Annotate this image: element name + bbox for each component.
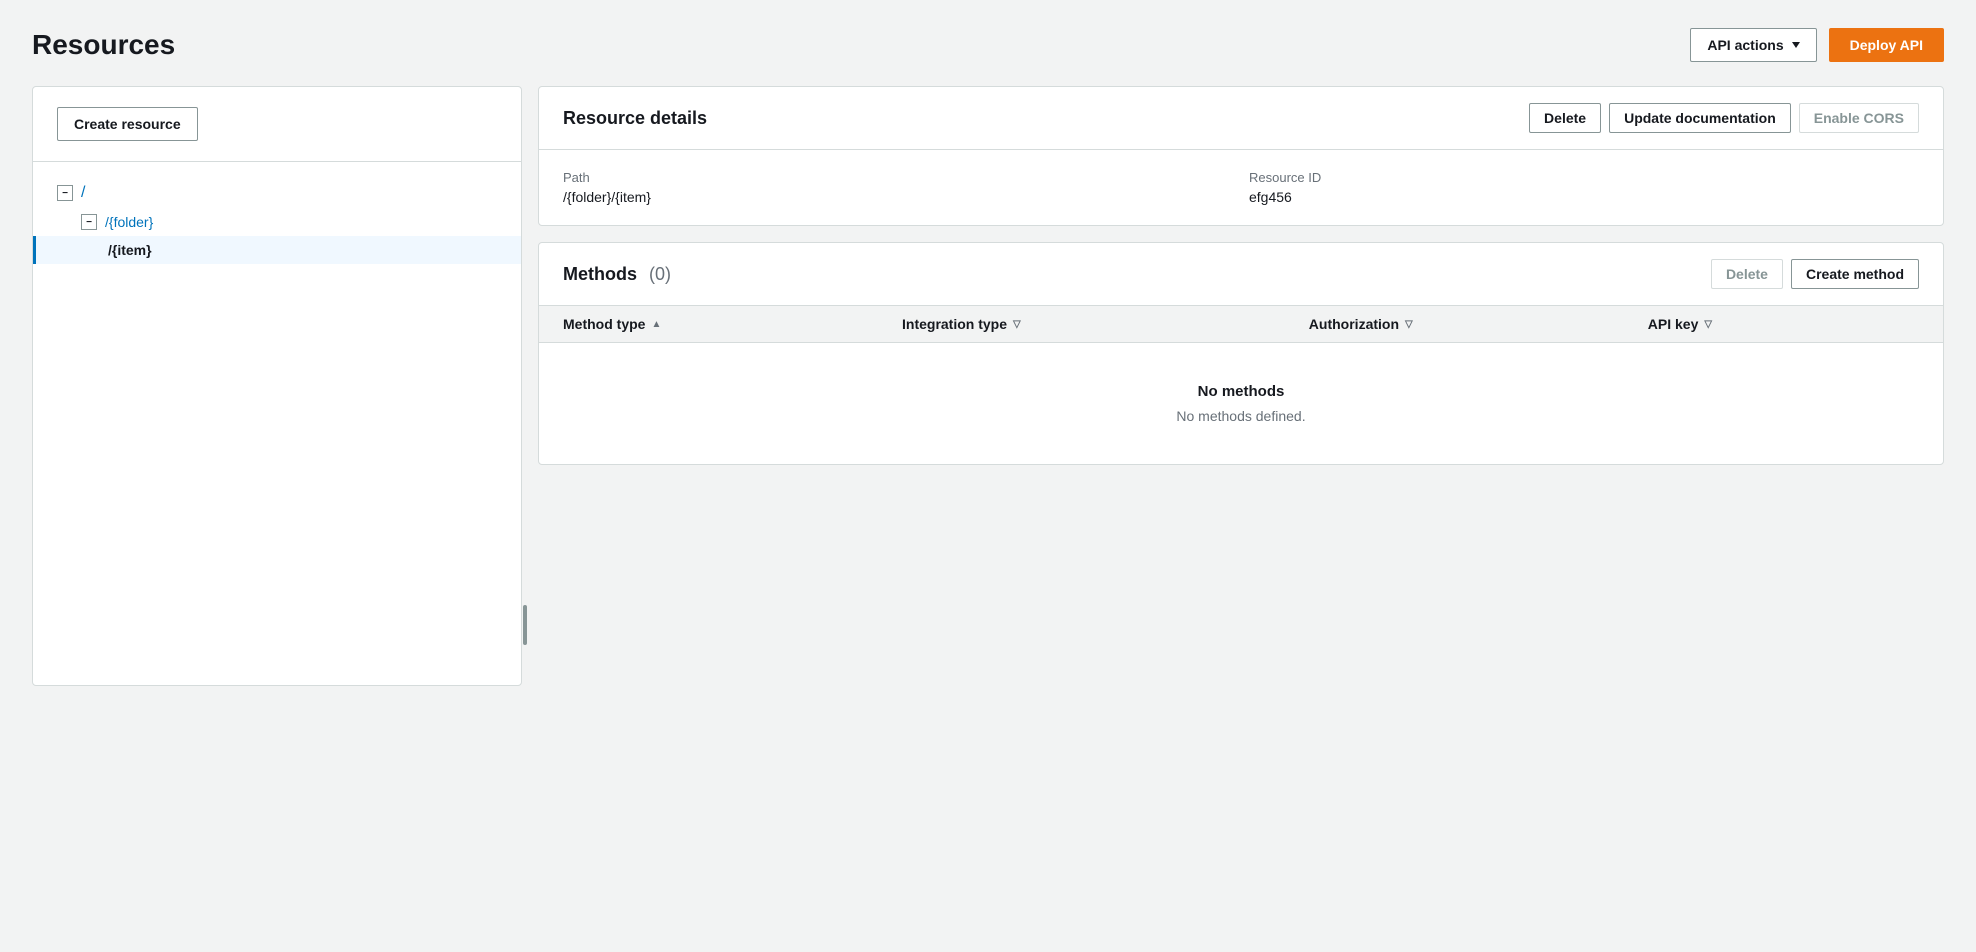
- resource-id-value: efg456: [1249, 189, 1919, 205]
- methods-count: (0): [649, 264, 671, 285]
- create-resource-button[interactable]: Create resource: [57, 107, 198, 141]
- resource-tree: − / − /{folder} /{item}: [33, 162, 521, 280]
- update-documentation-button[interactable]: Update documentation: [1609, 103, 1791, 133]
- enable-cors-button: Enable CORS: [1799, 103, 1919, 133]
- page-title: Resources: [32, 29, 175, 61]
- col-authorization-label: Authorization: [1309, 316, 1399, 332]
- tree-item-folder[interactable]: − /{folder}: [33, 208, 521, 236]
- deploy-api-label: Deploy API: [1850, 37, 1923, 53]
- delete-resource-button[interactable]: Delete: [1529, 103, 1601, 133]
- sort-desc-icon-integration: ▽: [1013, 319, 1021, 330]
- main-layout: Create resource − / − /{folder} /{item}: [32, 86, 1944, 686]
- col-method-type-label: Method type: [563, 316, 645, 332]
- sort-asc-icon: ▲: [651, 319, 661, 330]
- table-empty-state: No methods No methods defined.: [539, 343, 1943, 464]
- path-field: Path /{folder}/{item}: [563, 170, 1233, 205]
- create-method-button[interactable]: Create method: [1791, 259, 1919, 289]
- resource-details-header: Resource details Delete Update documenta…: [539, 87, 1943, 150]
- chevron-down-icon: [1792, 42, 1800, 48]
- resource-details-actions: Delete Update documentation Enable CORS: [1529, 103, 1919, 133]
- empty-state-desc: No methods defined.: [563, 408, 1919, 424]
- tree-label-root: /: [81, 184, 85, 202]
- methods-header-actions: Delete Create method: [1711, 259, 1919, 289]
- col-authorization[interactable]: Authorization ▽: [1309, 316, 1648, 332]
- sort-desc-icon-authorization: ▽: [1405, 319, 1413, 330]
- resource-id-field: Resource ID efg456: [1249, 170, 1919, 205]
- resource-id-label: Resource ID: [1249, 170, 1919, 185]
- tree-item-root[interactable]: − /: [33, 178, 521, 208]
- drag-handle[interactable]: [523, 605, 527, 645]
- tree-label-item: /{item}: [108, 242, 152, 258]
- tree-label-folder: /{folder}: [105, 214, 153, 230]
- col-integration-type[interactable]: Integration type ▽: [902, 316, 1309, 332]
- methods-header: Methods (0) Delete Create method: [539, 243, 1943, 305]
- resource-details-body: Path /{folder}/{item} Resource ID efg456: [539, 150, 1943, 225]
- create-resource-section: Create resource: [33, 87, 521, 162]
- col-api-key[interactable]: API key ▽: [1648, 316, 1919, 332]
- empty-state-title: No methods: [563, 383, 1919, 400]
- resource-details-card: Resource details Delete Update documenta…: [538, 86, 1944, 226]
- collapse-icon-root: −: [57, 185, 73, 201]
- col-api-key-label: API key: [1648, 316, 1699, 332]
- sort-desc-icon-api-key: ▽: [1704, 319, 1712, 330]
- col-method-type[interactable]: Method type ▲: [563, 316, 902, 332]
- path-value: /{folder}/{item}: [563, 189, 1233, 205]
- deploy-api-button[interactable]: Deploy API: [1829, 28, 1944, 62]
- path-label: Path: [563, 170, 1233, 185]
- api-actions-button[interactable]: API actions: [1690, 28, 1816, 62]
- collapse-icon-folder: −: [81, 214, 97, 230]
- resource-details-title: Resource details: [563, 108, 707, 129]
- methods-title: Methods: [563, 264, 637, 285]
- methods-table: Method type ▲ Integration type ▽ Authori…: [539, 305, 1943, 464]
- tree-item-item[interactable]: /{item}: [33, 236, 521, 264]
- resource-details-grid: Path /{folder}/{item} Resource ID efg456: [563, 170, 1919, 205]
- header-actions: API actions Deploy API: [1690, 28, 1944, 62]
- methods-card: Methods (0) Delete Create method Method …: [538, 242, 1944, 465]
- right-panel: Resource details Delete Update documenta…: [538, 86, 1944, 465]
- left-panel: Create resource − / − /{folder} /{item}: [32, 86, 522, 686]
- api-actions-label: API actions: [1707, 37, 1783, 53]
- table-header-row: Method type ▲ Integration type ▽ Authori…: [539, 306, 1943, 343]
- delete-method-button: Delete: [1711, 259, 1783, 289]
- col-integration-type-label: Integration type: [902, 316, 1007, 332]
